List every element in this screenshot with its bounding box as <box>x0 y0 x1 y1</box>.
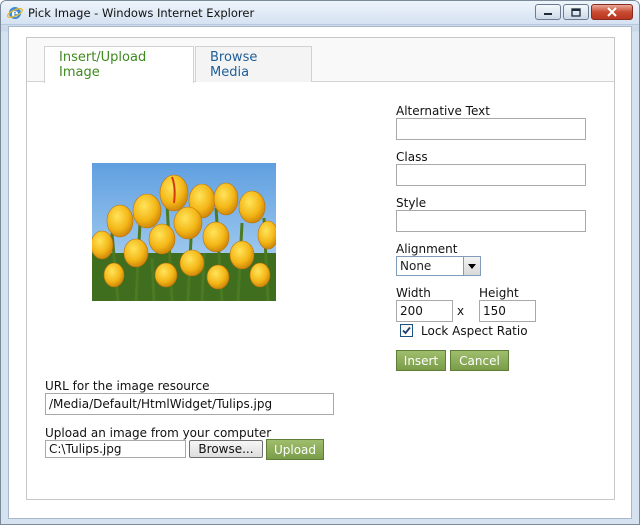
ie-icon: e <box>7 5 23 21</box>
alignment-select[interactable]: None <box>396 256 481 276</box>
maximize-icon <box>571 7 581 17</box>
height-label: Height <box>479 286 519 300</box>
close-icon <box>607 7 617 17</box>
file-path-input[interactable] <box>45 440 186 458</box>
alignment-label: Alignment <box>396 242 458 256</box>
title-bar: e Pick Image - Windows Internet Explorer <box>1 1 639 25</box>
height-input[interactable] <box>479 300 536 322</box>
browser-window: e Pick Image - Windows Internet Explorer… <box>0 0 640 525</box>
cancel-button[interactable]: Cancel <box>450 350 509 371</box>
url-input[interactable] <box>45 393 334 415</box>
tab-strip: Insert/Upload Image Browse Media <box>27 38 614 83</box>
dropdown-arrow-icon[interactable] <box>463 257 480 275</box>
width-input[interactable] <box>396 300 453 322</box>
image-preview <box>92 163 276 301</box>
alignment-value: None <box>400 259 432 273</box>
close-button[interactable] <box>591 4 633 20</box>
checkmark-icon <box>402 326 411 335</box>
tab-insert-upload-image[interactable]: Insert/Upload Image <box>44 46 194 83</box>
lock-aspect-label: Lock Aspect Ratio <box>421 324 528 338</box>
style-label: Style <box>396 196 427 210</box>
maximize-button[interactable] <box>563 4 589 20</box>
window-controls <box>535 4 633 20</box>
dimension-separator: x <box>457 304 465 318</box>
width-label: Width <box>396 286 431 300</box>
alt-text-input[interactable] <box>396 118 586 140</box>
tab-browse-media[interactable]: Browse Media <box>195 46 312 82</box>
upload-button[interactable]: Upload <box>266 439 324 460</box>
window-title: Pick Image - Windows Internet Explorer <box>28 5 255 20</box>
class-label: Class <box>396 150 428 164</box>
style-input[interactable] <box>396 210 586 232</box>
minimize-icon <box>544 13 552 15</box>
minimize-button[interactable] <box>535 4 561 20</box>
lock-aspect-checkbox[interactable] <box>400 324 413 337</box>
upload-label: Upload an image from your computer <box>45 426 272 440</box>
url-label: URL for the image resource <box>45 379 210 393</box>
page-content: Insert/Upload Image Browse Media Alterna… <box>8 26 632 519</box>
status-bar <box>1 520 639 524</box>
insert-button[interactable]: Insert <box>396 350 446 371</box>
alt-text-label: Alternative Text <box>396 104 490 118</box>
browse-button[interactable]: Browse... <box>189 440 263 458</box>
class-input[interactable] <box>396 164 586 186</box>
pick-image-dialog: Insert/Upload Image Browse Media Alterna… <box>26 37 615 500</box>
